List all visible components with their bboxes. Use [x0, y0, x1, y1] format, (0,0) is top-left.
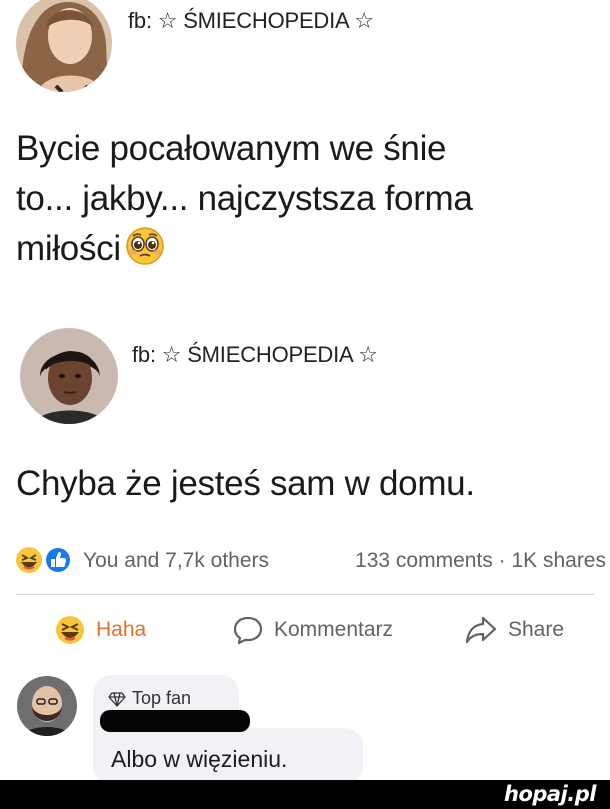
haha-icon [56, 616, 84, 644]
divider [16, 594, 594, 595]
watermark[interactable]: hopaj.pl [504, 782, 597, 806]
diamond-icon [108, 691, 126, 707]
woman-portrait-image [16, 0, 112, 92]
pleading-face-icon [125, 226, 165, 266]
top-fan-badge: Top fan [108, 688, 191, 709]
comment-button[interactable]: Kommentarz [232, 608, 393, 652]
post1-author[interactable]: fb: ☆ ŚMIECHOPEDIA ☆ [128, 8, 374, 34]
share-button[interactable]: Share [464, 608, 564, 652]
post1-line-3-wrap: miłości [16, 224, 473, 274]
woman-portrait-image [20, 328, 118, 424]
avatar-post1[interactable] [16, 0, 112, 92]
action-bar: Haha Kommentarz Share [0, 608, 610, 652]
post1-line-1: Bycie pocałowanym we śnie [16, 129, 447, 168]
comments-shares-count[interactable]: 133 comments · 1K shares [355, 549, 606, 573]
reactions-count[interactable]: You and 7,7k others [83, 549, 269, 573]
post2-author[interactable]: fb: ☆ ŚMIECHOPEDIA ☆ [132, 342, 378, 368]
haha-label: Haha [96, 618, 147, 641]
reaction-icons[interactable] [14, 545, 78, 575]
share-label: Share [508, 618, 565, 641]
comment-icon [233, 616, 263, 645]
haha-button[interactable]: Haha [54, 608, 146, 652]
share-icon [465, 616, 497, 644]
post2-text: Chyba że jesteś sam w domu. [16, 464, 475, 503]
post1-line-2: to... jakby... najczystsza forma [16, 179, 473, 218]
top-fan-label: Top fan [132, 688, 192, 708]
post1-text: Bycie pocałowanym we śnie to... jakby...… [16, 124, 473, 274]
watermark-bar: hopaj.pl [0, 780, 610, 809]
haha-icon [16, 547, 42, 573]
commenter-avatar[interactable] [17, 676, 77, 736]
redacted-name [100, 710, 250, 732]
like-icon [44, 546, 72, 574]
post1-line-3: miłości [16, 229, 121, 268]
comment-text: Albo w więzieniu. [111, 746, 288, 772]
comment-label: Kommentarz [274, 618, 394, 641]
reactions-stats-row: You and 7,7k others 133 comments · 1K sh… [0, 543, 610, 579]
man-portrait-image [17, 676, 77, 736]
avatar-post2[interactable] [20, 328, 118, 424]
